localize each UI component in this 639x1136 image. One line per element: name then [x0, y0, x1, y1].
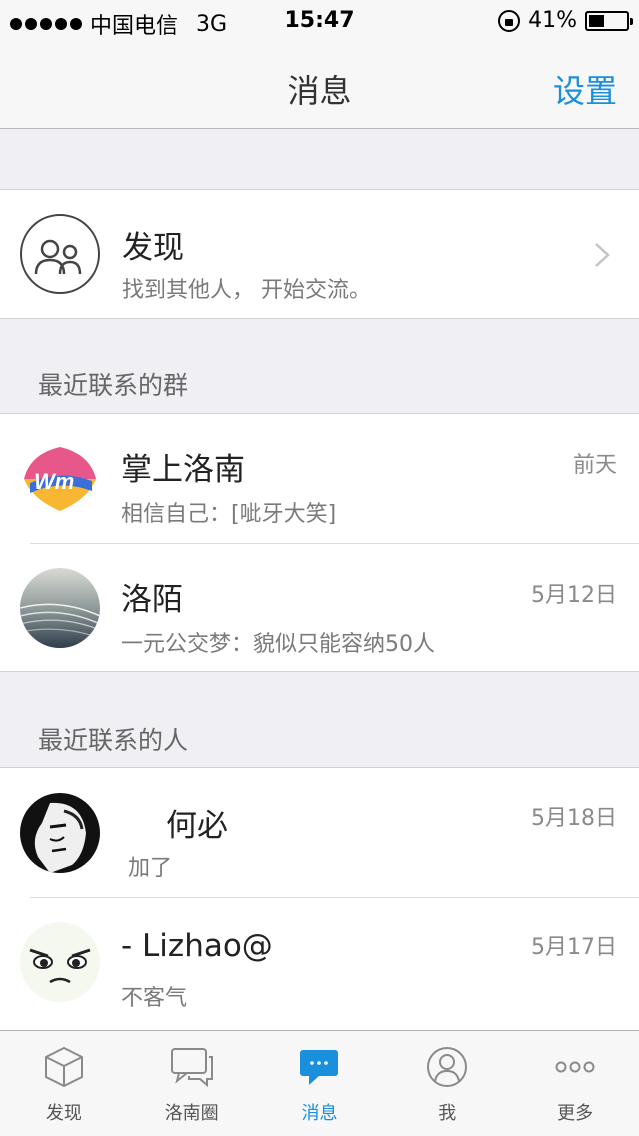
cube-icon: [44, 1046, 83, 1088]
group-name: 洛陌: [121, 582, 183, 618]
page-title: 消息: [287, 72, 352, 110]
chat-bubbles-icon: [170, 1048, 213, 1088]
message-time: 5月12日: [531, 583, 617, 608]
navigation-bar: 消息 设置: [0, 44, 639, 129]
last-message: 相信自己：[呲牙大笑]: [121, 502, 337, 527]
tab-label: 我: [438, 1103, 457, 1124]
settings-button[interactable]: 设置: [553, 66, 617, 112]
tab-more[interactable]: 更多: [511, 1031, 639, 1136]
tab-luonan-circle[interactable]: 洛南圈: [128, 1031, 256, 1136]
message-time: 前天: [572, 453, 617, 478]
tab-discover[interactable]: 发现: [0, 1031, 128, 1136]
discover-row[interactable]: 发现 找到其他人， 开始交流。: [0, 189, 639, 319]
last-message: 加了: [128, 856, 173, 881]
list-item[interactable]: - Lizhao@ 不客气 5月17日: [0, 898, 639, 1027]
status-bar-right: 41%: [498, 8, 633, 33]
last-message: 一元公交梦：貌似只能容纳50人: [121, 632, 435, 657]
avatar: [20, 793, 100, 873]
tab-label: 洛南圈: [164, 1103, 219, 1124]
list-item[interactable]: 洛陌 一元公交梦：貌似只能容纳50人 5月12日: [0, 544, 639, 673]
list-item[interactable]: Wm 掌上洛南 相信自己：[呲牙大笑] 前天: [0, 414, 639, 543]
tab-bar: 发现 洛南圈 消息 我 更多: [0, 1030, 639, 1136]
message-time: 5月17日: [531, 935, 617, 960]
contact-name: 何必: [166, 808, 228, 844]
message-time: 5月18日: [531, 806, 617, 831]
battery-icon: [585, 10, 633, 31]
section-header-people: 最近联系的人: [38, 726, 189, 755]
people-list: 何必 加了 5月18日 - Lizhao@ 不客气 5月17日: [0, 767, 639, 1030]
tab-label: 更多: [557, 1103, 594, 1124]
tab-label: 发现: [45, 1103, 82, 1124]
more-dots-icon: [555, 1061, 595, 1073]
chevron-right-icon: [595, 243, 610, 267]
discover-subtitle: 找到其他人， 开始交流。: [122, 278, 371, 303]
svg-text:Wm: Wm: [34, 469, 74, 494]
list-item[interactable]: 何必 加了 5月18日: [0, 768, 639, 897]
avatar: [20, 568, 100, 648]
tab-me[interactable]: 我: [383, 1031, 511, 1136]
person-icon: [427, 1047, 468, 1087]
groups-list: Wm 掌上洛南 相信自己：[呲牙大笑] 前天 洛陌 一元公交梦：貌似只能容纳50…: [0, 413, 639, 672]
tab-label: 消息: [301, 1103, 338, 1124]
discover-title: 发现: [122, 230, 184, 266]
rotation-lock-icon: [498, 9, 521, 32]
message-icon: [300, 1050, 339, 1085]
people-circle-icon: [20, 214, 100, 294]
status-bar: 中国电信 3G 15:47 41%: [0, 0, 639, 44]
last-message: 不客气: [121, 986, 188, 1011]
avatar: [20, 922, 100, 1002]
avatar: Wm: [20, 439, 100, 519]
section-header-groups: 最近联系的群: [38, 371, 189, 400]
contact-name: - Lizhao@: [121, 928, 273, 964]
tab-messages[interactable]: 消息: [256, 1031, 384, 1136]
battery-percent: 41%: [528, 8, 577, 33]
group-name: 掌上洛南: [121, 452, 245, 488]
